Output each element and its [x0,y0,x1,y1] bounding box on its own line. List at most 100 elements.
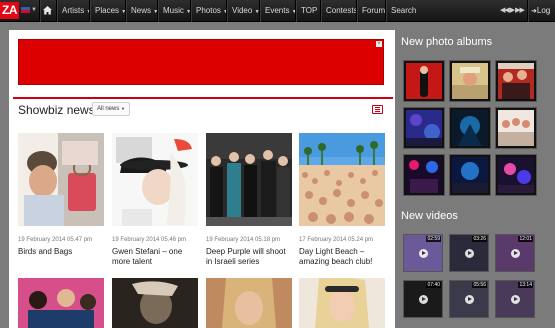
language-flag-icon[interactable] [21,7,30,13]
nav-divider [89,0,90,22]
nav-divider [157,0,158,22]
ad-banner[interactable]: × [18,39,384,85]
nav-item-forum[interactable]: Forum [362,0,385,22]
video-thumbnail[interactable]: 07:40 [403,280,443,318]
video-thumbnail[interactable]: 13:14 [495,280,535,318]
news-date: 17 February 2014 05.24 pm [299,237,374,243]
nav-divider [259,0,260,22]
news-card[interactable]: 19 February 2014 05.18 pm Deep Purple wi… [206,133,292,267]
photo-album-thumbnail[interactable] [403,60,445,102]
nav-divider [295,0,296,22]
nav-item-artists[interactable]: Artists ▼ [62,0,91,22]
photo-album-thumbnail[interactable] [449,107,491,149]
nav-item-events[interactable]: Events ▼ [265,0,297,22]
play-icon [511,295,520,304]
nav-divider [356,0,357,22]
home-icon[interactable] [43,5,52,16]
nav-item-news[interactable]: News ▼ [131,0,158,22]
photo-album-thumbnail[interactable] [495,60,537,102]
nav-item-top[interactable]: TOP [301,0,317,22]
photo-album-thumbnail[interactable] [449,60,491,102]
news-thumbnail[interactable] [112,133,198,226]
nav-divider [226,0,227,22]
login-label: Log [536,6,551,15]
news-thumbnail[interactable] [206,133,292,226]
video-duration: 13:14 [518,282,533,288]
news-date: 19 February 2014 05.47 pm [18,237,93,243]
nav-divider [320,0,321,22]
news-card[interactable]: 19 February 2014 05.46 pm Gwen Stefani –… [112,133,198,267]
language-chevron-down-icon[interactable]: ▼ [31,7,37,13]
video-thumbnail[interactable]: 02:59 [403,234,443,272]
nav-item-music[interactable]: Music ▼ [163,0,191,22]
next-icon[interactable]: ▶▶ [515,7,525,14]
news-title[interactable]: Birds and Bags [18,247,104,257]
news-thumbnail[interactable] [18,278,104,328]
news-title[interactable]: Deep Purple will shoot in Israeli series [206,247,292,267]
news-thumbnail[interactable] [299,278,385,328]
nav-item-label: News [131,6,152,15]
play-icon [465,249,474,258]
nav-item-label: Music [163,6,184,15]
nav-item-label: Video [232,6,253,15]
list-view-icon[interactable] [372,105,383,114]
play-icon [465,295,474,304]
video-duration: 03:26 [472,236,487,242]
nav-divider [125,0,126,22]
news-date: 19 February 2014 05.18 pm [206,237,281,243]
photo-album-thumbnail[interactable] [403,107,445,149]
filter-label: All news [97,106,120,112]
nav-item-label: Events [265,6,290,15]
site-logo[interactable]: ZA [0,2,19,19]
photo-album-thumbnail[interactable] [495,107,537,149]
video-duration: 12:01 [518,236,533,242]
play-icon [511,249,520,258]
play-icon [419,295,428,304]
nav-item-places[interactable]: Places ▼ [95,0,126,22]
login-link[interactable]: ➜Log [531,0,550,22]
play-icon [419,249,428,258]
news-card[interactable]: 19 February 2014 05.47 pm Birds and Bags [18,133,104,257]
video-duration: 07:40 [426,282,441,288]
nav-item-search[interactable]: Search [391,0,416,22]
news-thumbnail[interactable] [18,133,104,226]
video-duration: 05:56 [472,282,487,288]
play-icon[interactable]: ▶ [510,7,515,14]
news-title[interactable]: Day Light Beach – amazing beach club! [299,247,385,267]
video-duration: 02:59 [426,236,441,242]
photo-album-thumbnail[interactable] [403,154,445,196]
news-thumbnail[interactable] [206,278,292,328]
nav-item-label: Places [95,6,120,15]
top-nav: ZA ▼ Artists ▼ Places ▼ News ▼ Music ▼ P… [0,0,555,22]
nav-item-contests[interactable]: Contests [326,0,358,22]
albums-heading: New photo albums [401,36,493,48]
news-date: 19 February 2014 05.46 pm [112,237,187,243]
nav-divider [56,0,57,22]
news-thumbnail[interactable] [299,133,385,226]
nav-divider [527,0,528,22]
main-panel: × Showbiz news All news ▼ 19 February 20… [9,30,395,328]
nav-divider [39,0,40,22]
media-player-controls[interactable]: ◀◀ ▶ ▶▶ [500,6,525,14]
nav-item-label: Artists [62,6,85,15]
nav-divider [385,0,386,22]
photo-album-thumbnail[interactable] [495,154,537,196]
video-thumbnail[interactable]: 12:01 [495,234,535,272]
photo-album-thumbnail[interactable] [449,154,491,196]
nav-item-video[interactable]: Video ▼ [232,0,260,22]
video-thumbnail[interactable]: 05:56 [449,280,489,318]
section-title: Showbiz news [18,103,95,117]
nav-divider [190,0,191,22]
chevron-down-icon: ▼ [121,106,125,111]
previous-icon[interactable]: ◀◀ [500,7,510,14]
video-thumbnail[interactable]: 03:26 [449,234,489,272]
news-thumbnail[interactable] [112,278,198,328]
news-title[interactable]: Gwen Stefani – one more talent [112,247,198,267]
videos-heading: New videos [401,210,458,222]
news-card[interactable]: 17 February 2014 05.24 pm Day Light Beac… [299,133,385,267]
nav-item-photos[interactable]: Photos ▼ [196,0,228,22]
news-filter-dropdown[interactable]: All news ▼ [92,102,130,116]
ad-close-icon[interactable]: × [376,41,382,47]
section-divider [13,97,393,99]
nav-item-label: Photos [196,6,221,15]
